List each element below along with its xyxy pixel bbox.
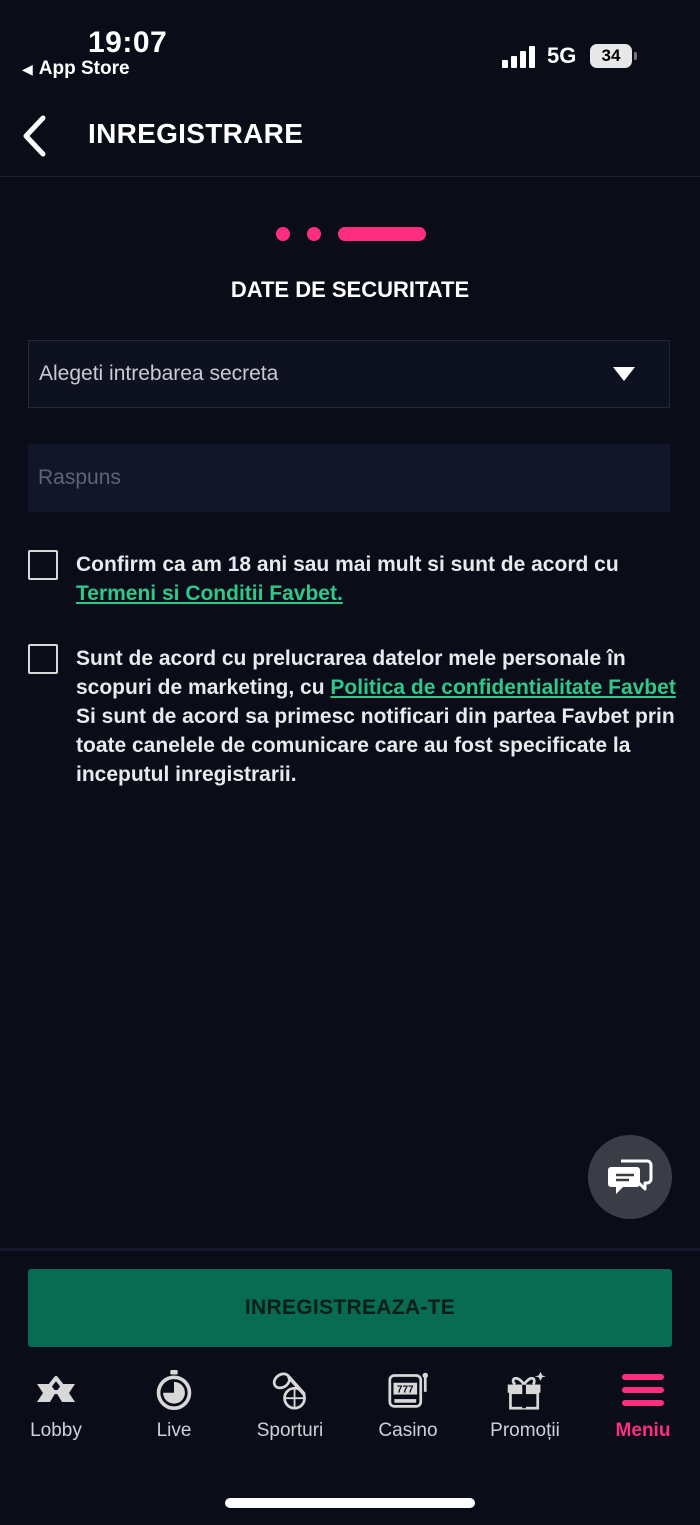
step-dot-2 [307, 227, 321, 241]
tab-promotii[interactable]: Promoții [467, 1370, 583, 1442]
tab-sporturi[interactable]: Sporturi [232, 1370, 348, 1442]
step-dot-1 [276, 227, 290, 241]
tab-meniu-label: Meniu [615, 1420, 671, 1441]
status-time: 19:07 [88, 26, 168, 59]
hamburger-menu-icon [622, 1374, 664, 1406]
consent-marketing-label-2: Si sunt de acord sa primesc notificari d… [76, 705, 675, 786]
answer-input[interactable] [28, 444, 670, 512]
slot-machine-icon: 777 [388, 1372, 428, 1408]
battery-level: 34 [601, 46, 621, 65]
bottom-tab-bar: Lobby Live Sporturi 777 Casino Promoții … [0, 1370, 700, 1460]
back-triangle-icon: ◀ [22, 61, 33, 77]
home-indicator[interactable] [225, 1498, 475, 1508]
consent-marketing-checkbox[interactable] [28, 644, 58, 674]
chevron-left-icon [23, 115, 46, 157]
tab-lobby-label: Lobby [30, 1420, 82, 1441]
step-indicator [276, 226, 436, 242]
tab-sporturi-label: Sporturi [256, 1420, 324, 1441]
back-to-app-store[interactable]: ◀ App Store [22, 58, 130, 80]
tab-casino-label: Casino [378, 1420, 438, 1441]
tab-live-label: Live [156, 1420, 192, 1441]
stopwatch-icon [156, 1370, 192, 1410]
step-active-3 [338, 227, 426, 241]
sports-icon [272, 1372, 306, 1410]
tab-promotii-label: Promoții [490, 1420, 560, 1441]
page-title: INREGISTRARE [88, 118, 304, 149]
privacy-policy-link[interactable]: Politica de confidentialitate Favbet [330, 676, 675, 699]
tab-live[interactable]: Live [116, 1370, 232, 1442]
chat-bubble-icon [608, 1159, 653, 1194]
consent-age-text: Confirm ca am 18 ani sau mai mult si sun… [76, 550, 676, 608]
gift-icon [507, 1371, 546, 1410]
back-button[interactable] [12, 112, 56, 160]
secret-question-select[interactable]: Alegeti intrebarea secreta [28, 340, 670, 408]
tab-casino[interactable]: 777 Casino [350, 1370, 466, 1442]
tab-meniu[interactable]: Meniu [585, 1370, 700, 1442]
lobby-icon [37, 1376, 75, 1402]
register-button[interactable]: INREGISTREAZA-TE [28, 1269, 672, 1347]
terms-link[interactable]: Termeni si Conditii Favbet. [76, 582, 343, 605]
chat-button[interactable] [588, 1135, 672, 1219]
consent-age-label: Confirm ca am 18 ani sau mai mult si sun… [76, 553, 619, 576]
network-type: 5G [547, 43, 577, 68]
secret-question-value: Alegeti intrebarea secreta [39, 362, 279, 385]
page-header: INREGISTRARE [0, 100, 700, 177]
dropdown-caret-icon [613, 367, 635, 381]
signal-icon [502, 46, 538, 68]
consent-age-checkbox[interactable] [28, 550, 58, 580]
section-title: DATE DE SECURITATE [230, 277, 470, 302]
status-bar: 19:07 ◀ App Store 5G 34 [0, 0, 700, 100]
tab-lobby[interactable]: Lobby [0, 1370, 114, 1442]
consent-marketing-text: Sunt de acord cu prelucrarea datelor mel… [76, 644, 676, 789]
battery-icon: 34 [590, 44, 637, 68]
back-app-label: App Store [38, 58, 130, 79]
svg-text:777: 777 [397, 1385, 414, 1396]
